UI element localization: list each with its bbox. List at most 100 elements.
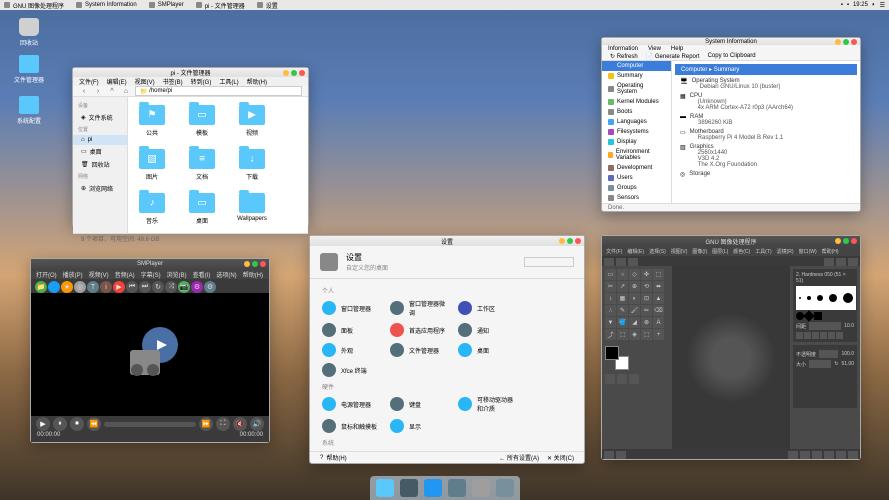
folder-item[interactable]: ≡文档 [186,149,218,181]
dock-item-app[interactable] [496,479,514,497]
open-url-button[interactable]: 🌐 [48,281,60,293]
brush-preview[interactable] [796,286,856,310]
settings-item[interactable]: 键盘 [390,393,450,415]
settings-item[interactable]: 显示 [390,417,450,435]
rewind-button[interactable]: ⏪ [87,417,101,431]
titlebar[interactable]: System Information [602,38,860,45]
tab-button[interactable] [824,258,834,266]
tab-button[interactable] [604,258,614,266]
menu-view[interactable]: 查看(I) [193,270,211,279]
dock-item-search[interactable] [472,479,490,497]
tree-item[interactable]: Groups [602,183,671,193]
settings-item[interactable]: 桌面 [458,341,518,359]
close-button[interactable] [260,261,266,267]
dock-item-settings[interactable] [448,479,466,497]
close-button[interactable] [851,238,857,244]
play-button[interactable]: ▶ [36,417,50,431]
up-button[interactable]: ^ [107,86,117,96]
folder-item[interactable]: ▶视频 [236,105,268,137]
tray-icon[interactable]: ☰ [880,2,885,9]
tool-button[interactable]: ⬚ [641,329,652,340]
refresh-button[interactable]: ↻ Refresh [610,53,638,60]
titlebar[interactable]: 设置 [310,236,584,246]
settings-item[interactable]: Xfce 终端 [322,361,382,379]
prev-button[interactable]: ⏮ [126,281,138,293]
tool-button[interactable]: ▭ [605,269,616,280]
folder-item[interactable]: ↓下载 [236,149,268,181]
settings-item[interactable]: 首选应用程序 [390,321,450,339]
equalizer-button[interactable]: ⚙ [191,281,203,293]
tree-item[interactable]: Operating System [602,81,671,97]
minimize-button[interactable] [835,238,841,244]
menu-tools[interactable]: 工具(L) [219,77,238,86]
panel-button[interactable] [796,332,803,339]
maximize-button[interactable] [567,238,573,244]
spacing-slider[interactable] [809,322,841,330]
menu-help[interactable]: Help [671,46,683,52]
settings-item[interactable]: 可移动驱动器和介质 [458,393,518,415]
tool-button[interactable]: 🪣 [617,317,628,328]
folder-item[interactable]: ▭桌面 [186,193,218,225]
tab-button[interactable] [848,258,858,266]
taskbar-app-gimp[interactable]: GNU 图像处理程序 [4,1,64,10]
dock-item-browser[interactable] [424,479,442,497]
taskbar-app-smplayer[interactable]: SMPlayer [149,2,184,8]
status-button[interactable] [848,451,858,459]
sidebar-item-trash[interactable]: 🗑 回收站 [73,158,127,171]
folder-item[interactable]: ⚑公共 [136,105,168,137]
menu-video[interactable]: 视频(V) [89,270,109,279]
menu-play[interactable]: 播放(P) [63,270,83,279]
tool-button[interactable]: ⤴ [605,329,616,340]
settings-item[interactable]: 工作区 [458,297,518,319]
sidebar-item-fs[interactable]: ◈ 文件系统 [73,111,127,124]
panel-button[interactable] [804,332,811,339]
titlebar[interactable]: pi - 文件管理器 [73,68,308,77]
settings-item[interactable]: 鼠标和触摸板 [322,417,382,435]
folder-item[interactable]: ♪音乐 [136,193,168,225]
sidebar-item-home[interactable]: ⌂ pi [73,135,127,145]
seek-slider[interactable] [104,422,196,427]
tool-option[interactable] [629,374,639,384]
tool-button[interactable]: ⬚ [653,269,664,280]
dvd-button[interactable]: ◎ [74,281,86,293]
menu-image[interactable]: 图像(I) [692,248,707,255]
tool-button[interactable]: A [653,317,664,328]
tool-button[interactable]: ○ [617,269,628,280]
tool-button[interactable]: ⊗ [641,317,652,328]
sidebar-item-network[interactable]: ⊕ 浏览网络 [73,182,127,195]
menu-open[interactable]: 打开(O) [36,270,57,279]
tree-item[interactable]: Users [602,173,671,183]
settings-item[interactable]: 面板 [322,321,382,339]
tree-item[interactable]: Sensors [602,193,671,203]
close-button[interactable] [299,70,305,76]
menu-file[interactable]: 文件(F) [606,248,622,255]
tool-button[interactable]: ◈ [629,329,640,340]
taskbar-app-sysinfo[interactable]: System Information [76,2,137,8]
menu-browse[interactable]: 浏览(B) [167,270,187,279]
favorites-button[interactable]: ★ [61,281,73,293]
tool-option[interactable] [605,374,615,384]
tray-icon[interactable]: ▪ [847,2,849,8]
tool-option[interactable] [617,374,627,384]
menu-bookmarks[interactable]: 书签(B) [163,77,183,86]
path-bar[interactable]: 📁 /home/pi [135,86,302,96]
menu-go[interactable]: 转到(G) [191,77,212,86]
menu-edit[interactable]: 编辑(E) [627,248,644,255]
menu-view[interactable]: 视图(V) [135,77,155,86]
tab-button[interactable] [616,258,626,266]
tool-button[interactable]: ⌫ [653,305,664,316]
tree-item[interactable]: Boots [602,107,671,117]
close-button[interactable] [575,238,581,244]
tree-item[interactable]: Display [602,137,671,147]
menu-view[interactable]: 视图(V) [671,248,688,255]
fullscreen-button[interactable]: ⛶ [216,417,230,431]
settings-item[interactable]: 通知 [458,321,518,339]
menu-tools[interactable]: 工具(T) [755,248,771,255]
tool-button[interactable]: ↗ [617,281,628,292]
menu-colors[interactable]: 颜色(C) [733,248,750,255]
taskbar-app-fm[interactable]: pi - 文件管理器 [196,1,245,10]
open-file-button[interactable]: 📁 [35,281,47,293]
repeat-button[interactable]: ↻ [152,281,164,293]
menu-file[interactable]: 文件(F) [79,77,99,86]
settings-item[interactable]: 电源管理器 [322,393,382,415]
